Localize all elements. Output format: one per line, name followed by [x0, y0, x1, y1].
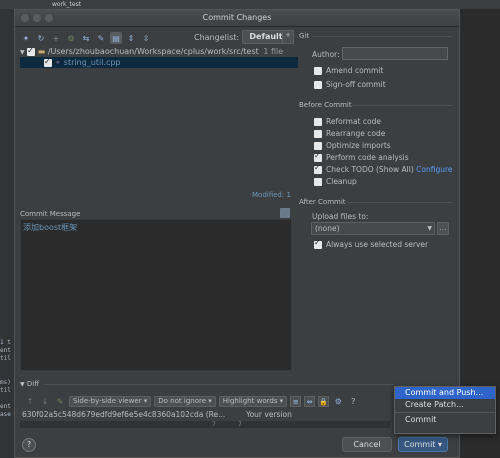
commit-and-push-menu-item[interactable]: Commit and Push... [395, 387, 495, 399]
reformat-code-option[interactable]: Reformat code [314, 117, 381, 126]
move-icon[interactable]: ⚙ [65, 32, 77, 44]
expand-arrow-icon[interactable]: ▼ [20, 49, 25, 56]
group-icon[interactable]: ▤ [110, 32, 122, 44]
after-commit-section-title: After Commit [299, 198, 346, 206]
lock-icon[interactable]: 🔒 [318, 396, 330, 407]
viewer-select[interactable]: Side-by-side viewer ▾ [69, 396, 152, 407]
rearrange-code-option[interactable]: Rearrange code [314, 129, 385, 138]
dialog-titlebar: Commit Changes [15, 10, 459, 27]
cleanup-option[interactable]: Cleanup [314, 177, 357, 186]
root-count: 1 file [263, 47, 284, 56]
diff-scrollbar[interactable]: 7 7 [20, 421, 390, 428]
prev-diff-icon[interactable]: ↑ [24, 396, 36, 408]
cancel-button[interactable]: Cancel [342, 437, 392, 452]
settings-icon[interactable]: ⚙ [332, 396, 344, 408]
commit-menu-item[interactable]: Commit [395, 414, 495, 426]
ide-editor-gutter: 1 t ent til ms) til ent ase [0, 9, 14, 458]
dialog-title: Commit Changes [202, 13, 272, 22]
diff-toolbar: ↑ ↓ ✎ Side-by-side viewer ▾ Do not ignor… [24, 395, 359, 408]
tree-file-row[interactable]: ⚬ string_util.cpp [20, 56, 298, 68]
upload-server-select[interactable]: (none) ▼ [311, 222, 435, 235]
commit-button[interactable]: Commit ▾ [398, 437, 448, 452]
signoff-commit-option[interactable]: Sign-off commit [314, 80, 386, 89]
modified-count: Modified: 1 [252, 191, 291, 199]
refresh-icon[interactable]: ↻ [35, 32, 47, 44]
always-use-server-option[interactable]: Always use selected server [314, 238, 428, 249]
changelist-more-button[interactable]: + [282, 30, 294, 44]
message-history-icon[interactable] [280, 208, 290, 218]
tree-root-row[interactable]: ▼ ▬ /Users/zhoubaochuan/Workspace/cplus/… [20, 45, 298, 57]
help-button[interactable]: ? [22, 438, 36, 452]
add-icon[interactable]: + [50, 32, 62, 44]
collapse-unchanged-icon[interactable]: ≡ [290, 396, 302, 407]
ide-toolbar: work_test [0, 0, 500, 9]
file-name: string_util.cpp [63, 58, 121, 67]
optimize-imports-option[interactable]: Optimize imports [314, 141, 391, 150]
highlight-select[interactable]: Highlight words ▾ [218, 396, 288, 407]
diff-left-title: 630f02a5c548d679edfd9ef6e5e4c8360a102cda… [22, 410, 226, 419]
amend-commit-option[interactable]: Amend commit [314, 66, 383, 75]
create-patch-menu-item[interactable]: Create Patch... [395, 399, 495, 411]
author-input[interactable] [342, 47, 448, 60]
collapse-arrow-icon[interactable]: ▼ [20, 381, 25, 388]
upload-label: Upload files to: [312, 212, 369, 221]
diff-right-title: Your version [246, 410, 292, 419]
commit-message-label: Commit Message [20, 210, 81, 218]
collapse-icon[interactable]: ⇳ [140, 32, 152, 44]
code-analysis-option[interactable]: Perform code analysis [314, 151, 409, 162]
ignore-select[interactable]: Do not ignore ▾ [154, 396, 216, 407]
help-icon[interactable]: ? [347, 396, 359, 408]
commit-message-input[interactable]: 添加boost框架 [20, 219, 292, 371]
root-path: /Users/zhoubaochuan/Workspace/cplus/work… [47, 47, 259, 56]
run-config[interactable]: work_test [52, 1, 81, 8]
edit-source-icon[interactable]: ✎ [54, 396, 66, 408]
check-todo-option[interactable]: Check TODO (Show All) Configure [314, 163, 453, 174]
cpp-file-icon: ⚬ [54, 58, 62, 67]
diff-section[interactable]: ▼ Diff [20, 380, 39, 388]
changes-tree: ▼ ▬ /Users/zhoubaochuan/Workspace/cplus/… [20, 45, 298, 196]
file-checkbox[interactable] [44, 56, 52, 67]
before-commit-section-title: Before Commit [299, 101, 352, 109]
revert-icon[interactable]: ⇆ [80, 32, 92, 44]
git-section-title: Git [299, 32, 310, 40]
diff-icon[interactable]: ✦ [20, 32, 32, 44]
sync-scroll-icon[interactable]: ⇔ [304, 396, 316, 407]
root-checkbox[interactable] [27, 45, 36, 56]
changelist-label: Changelist: [194, 33, 240, 42]
configure-link[interactable]: Configure [416, 165, 452, 174]
changes-toolbar: ✦ ↻ + ⚙ ⇆ ✎ ▤ ⇕ ⇳ [20, 30, 152, 46]
commit-message-text: 添加boost框架 [23, 223, 78, 232]
author-label: Author: [312, 50, 340, 59]
dropdown-arrow-icon: ▼ [427, 225, 432, 232]
edit-icon[interactable]: ✎ [95, 32, 107, 44]
menu-divider [395, 412, 495, 413]
next-diff-icon[interactable]: ↓ [39, 396, 51, 408]
upload-browse-button[interactable]: … [437, 222, 449, 235]
commit-options-menu: Commit and Push... Create Patch... Commi… [394, 386, 496, 434]
expand-icon[interactable]: ⇕ [125, 32, 137, 44]
